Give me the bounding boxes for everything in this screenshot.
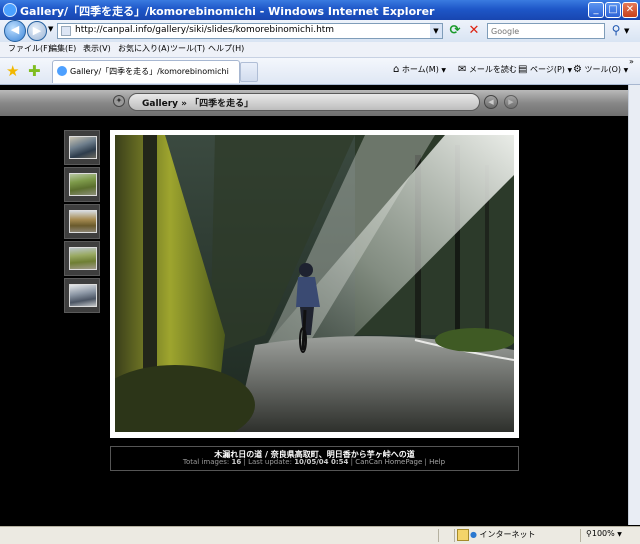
- browser-tab[interactable]: Gallery/「四季を走る」/komorebinomichi: [52, 60, 240, 83]
- ie-page-icon: [57, 66, 67, 76]
- gear-icon: ⚙: [573, 64, 582, 75]
- menu-help[interactable]: ヘルプ(H): [208, 43, 244, 54]
- globe-icon[interactable]: ✦: [113, 95, 125, 107]
- thumbnail-4[interactable]: [64, 241, 100, 276]
- globe-icon: ●: [470, 530, 477, 539]
- thumbnail-1[interactable]: [64, 130, 100, 165]
- gallery-title-pill: Gallery » 「四季を走る」: [128, 93, 480, 111]
- menu-edit[interactable]: 編集(E): [49, 43, 76, 54]
- status-bar: ● インターネット ⚲100% ▼: [0, 526, 640, 544]
- address-dropdown-icon[interactable]: ▼: [430, 24, 442, 38]
- page-icon: [61, 26, 71, 36]
- thumbnail-5[interactable]: [64, 278, 100, 313]
- menu-favorites[interactable]: お気に入り(A): [118, 43, 170, 54]
- tab-label: Gallery/「四季を走る」/komorebinomichi: [70, 67, 229, 76]
- homepage-link[interactable]: CanCan HomePage: [355, 458, 422, 466]
- favorites-star-icon[interactable]: ★: [6, 62, 19, 80]
- forest-road-cyclist-image: [115, 135, 514, 432]
- stop-icon[interactable]: ✕: [466, 23, 482, 39]
- add-favorite-icon[interactable]: ✚: [28, 62, 41, 80]
- thumbnail-image: [69, 284, 97, 307]
- gallery-breadcrumb[interactable]: Gallery » 「四季を走る」: [142, 96, 253, 109]
- total-images-label: Total images:: [182, 458, 230, 466]
- menu-file[interactable]: ファイル(F): [8, 43, 51, 54]
- search-options-icon[interactable]: ▼: [624, 23, 634, 39]
- last-update-value: 10/05/04 0:54: [294, 458, 349, 466]
- security-zone[interactable]: ● インターネット: [470, 529, 536, 540]
- mail-button[interactable]: ✉ メールを読む: [458, 64, 517, 75]
- page-button[interactable]: ▤ ページ(P) ▼: [518, 64, 572, 75]
- thumbnail-3[interactable]: [64, 204, 100, 239]
- tools-button[interactable]: ⚙ ツール(O) ▼: [573, 64, 628, 75]
- maximize-button[interactable]: □: [605, 2, 621, 18]
- thumbnail-image: [69, 136, 97, 159]
- thumbnail-image: [69, 210, 97, 233]
- close-button[interactable]: ✕: [622, 2, 638, 18]
- gallery-meta: Total images: 16 | Last update: 10/05/04…: [182, 458, 446, 466]
- status-divider: [454, 529, 455, 542]
- page-icon: ▤: [518, 64, 528, 75]
- home-button[interactable]: ⌂ ホーム(M) ▼: [393, 64, 446, 75]
- window-title: Gallery/「四季を走る」/komorebinomichi - Window…: [20, 5, 435, 18]
- forward-button[interactable]: ▶: [27, 21, 47, 41]
- help-link[interactable]: Help: [429, 458, 445, 466]
- last-update-label: Last update:: [248, 458, 292, 466]
- minimize-button[interactable]: _: [588, 2, 604, 18]
- vertical-scrollbar[interactable]: [628, 85, 640, 525]
- search-icon[interactable]: ⚲: [609, 23, 623, 39]
- status-divider: [438, 529, 439, 542]
- search-input[interactable]: [488, 24, 604, 39]
- menu-tools[interactable]: ツール(T): [170, 43, 205, 54]
- search-box[interactable]: [487, 23, 605, 39]
- gallery-header-bar: ✦ Gallery » 「四季を走る」 ◀ ▶: [0, 90, 628, 116]
- zoom-level[interactable]: ⚲100% ▼: [586, 529, 622, 538]
- address-row: ◀ ▶ ▼ http://canpal.info/gallery/siki/sl…: [0, 20, 640, 42]
- tab-bar: ★ ✚ Gallery/「四季を走る」/komorebinomichi ⌂ ホー…: [0, 57, 640, 85]
- thumbnail-image: [69, 173, 97, 196]
- home-icon: ⌂: [393, 64, 400, 75]
- new-tab-button[interactable]: [240, 62, 258, 82]
- menu-bar: ファイル(F) 編集(E) 表示(V) お気に入り(A) ツール(T) ヘルプ(…: [0, 42, 640, 58]
- thumbnail-2[interactable]: [64, 167, 100, 202]
- chevron-more-icon[interactable]: »: [629, 57, 634, 66]
- address-bar[interactable]: http://canpal.info/gallery/siki/slides/k…: [57, 23, 443, 39]
- prev-arrow-icon[interactable]: ◀: [484, 95, 498, 109]
- next-arrow-icon[interactable]: ▶: [504, 95, 518, 109]
- status-divider: [580, 529, 581, 542]
- refresh-icon[interactable]: ⟳: [447, 23, 463, 39]
- history-dropdown-icon[interactable]: ▼: [48, 25, 53, 33]
- title-bar: Gallery/「四季を走る」/komorebinomichi - Window…: [0, 0, 640, 20]
- mail-icon: ✉: [458, 64, 467, 75]
- menu-view[interactable]: 表示(V): [83, 43, 111, 54]
- back-button[interactable]: ◀: [4, 20, 26, 42]
- address-url: http://canpal.info/gallery/siki/slides/k…: [75, 25, 335, 35]
- protected-mode-icon[interactable]: [457, 529, 469, 541]
- main-photo[interactable]: [115, 135, 514, 432]
- thumbnail-image: [69, 247, 97, 270]
- ie-icon: [3, 3, 17, 17]
- total-images-value: 16: [231, 458, 242, 466]
